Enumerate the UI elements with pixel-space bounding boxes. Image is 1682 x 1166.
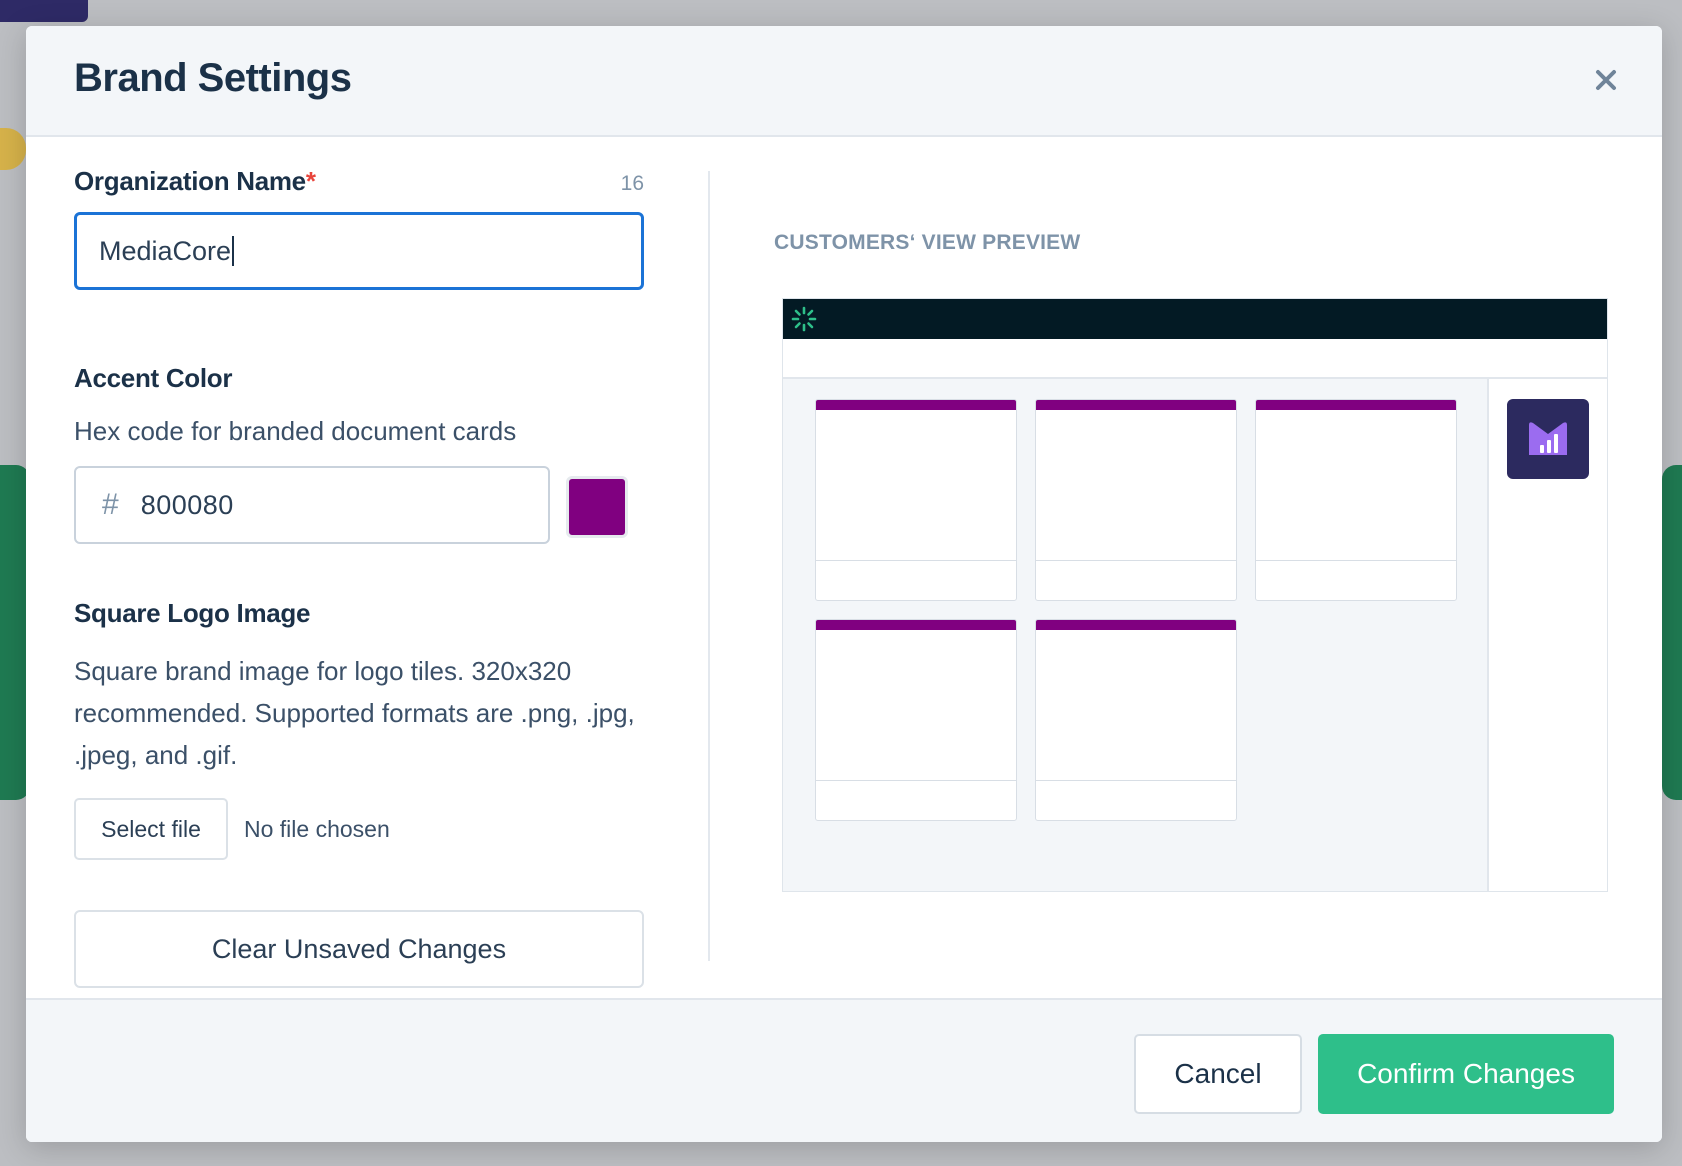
logo-help: Square brand image for logo tiles. 320x3… [74, 656, 635, 770]
column-divider [708, 171, 710, 961]
org-name-value: MediaCore [99, 235, 232, 266]
card-accent-bar [816, 620, 1016, 630]
hex-code-input[interactable]: # 800080 [74, 466, 550, 544]
required-mark: * [305, 166, 316, 196]
modal-title: Brand Settings [74, 56, 352, 100]
settings-form: Organization Name* 16 MediaCore Accent C… [74, 166, 644, 988]
logo-label: Square Logo Image [74, 598, 311, 628]
card-footer [1036, 560, 1236, 600]
text-caret [232, 236, 235, 266]
clear-unsaved-changes-button[interactable]: Clear Unsaved Changes [74, 910, 644, 988]
org-name-label: Organization Name* [74, 166, 644, 197]
close-button[interactable] [1590, 64, 1622, 96]
preview-card [1035, 399, 1237, 601]
card-footer [816, 560, 1016, 600]
card-accent-bar [1036, 620, 1236, 630]
org-name-input[interactable]: MediaCore [74, 212, 644, 290]
card-accent-bar [816, 400, 1016, 410]
preview-sidebar [1487, 379, 1607, 891]
preview-subbar [783, 339, 1607, 379]
hex-code-value: 800080 [140, 489, 234, 520]
color-swatch[interactable] [566, 476, 628, 538]
card-footer [1256, 560, 1456, 600]
preview-card [1255, 399, 1457, 601]
card-footer [1036, 780, 1236, 820]
char-count: 16 [620, 172, 644, 195]
preview-card [815, 399, 1017, 601]
modal-footer: Cancel Confirm Changes [26, 998, 1662, 1142]
card-accent-bar [1036, 400, 1236, 410]
brand-logo-icon [1529, 422, 1567, 455]
card-footer [816, 780, 1016, 820]
background-panel-right [1662, 465, 1682, 800]
preview-topbar [783, 299, 1607, 339]
preview-logo-tile [1507, 399, 1589, 479]
modal-header: Brand Settings [26, 26, 1662, 137]
preview-card [815, 619, 1017, 821]
brand-settings-modal: Brand Settings Organization Name* 16 Med… [26, 26, 1662, 1142]
card-accent-bar [1256, 400, 1456, 410]
org-name-label-text: Organization Name [74, 166, 306, 196]
cancel-button[interactable]: Cancel [1134, 1034, 1302, 1114]
preview-card [1035, 619, 1237, 821]
background-tab [0, 0, 88, 22]
select-file-button[interactable]: Select file [74, 798, 228, 860]
customer-view-preview [782, 298, 1608, 892]
close-icon [1596, 70, 1616, 90]
accent-color-label: Accent Color [74, 363, 233, 393]
preview-label: CUSTOMERS‘ VIEW PREVIEW [774, 231, 1081, 254]
spinner-logo-icon [791, 306, 817, 332]
hash-icon: # [102, 488, 119, 521]
file-status: No file chosen [244, 816, 390, 842]
confirm-changes-button[interactable]: Confirm Changes [1318, 1034, 1614, 1114]
accent-color-help: Hex code for branded document cards [74, 416, 517, 446]
